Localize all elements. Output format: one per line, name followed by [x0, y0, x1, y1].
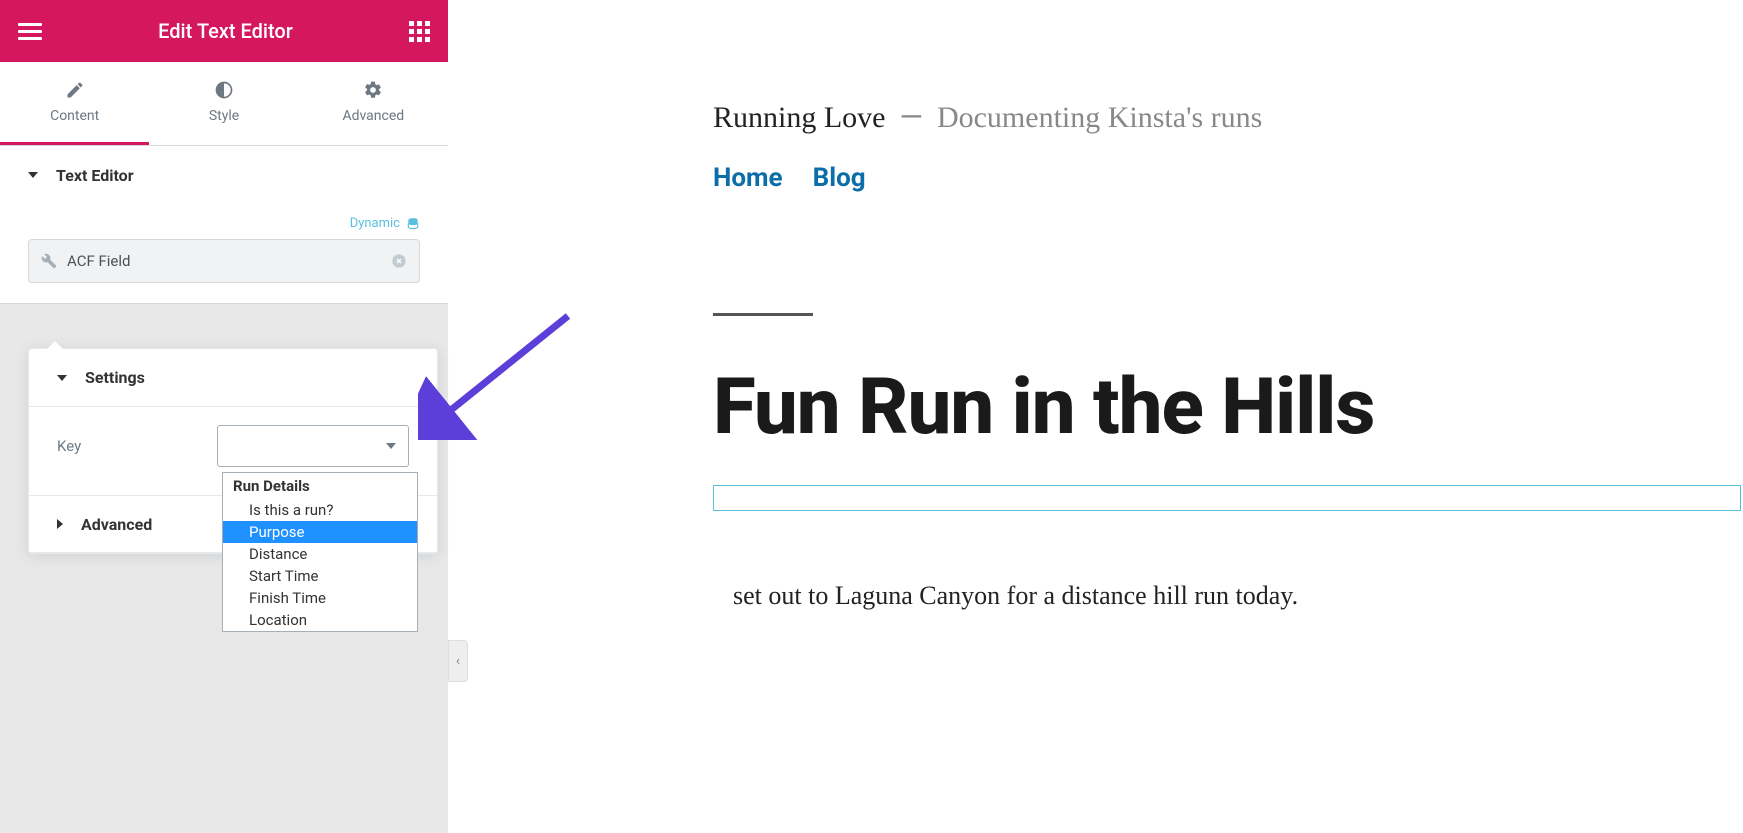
- tab-advanced-label: Advanced: [342, 108, 404, 124]
- sidebar-header: Edit Text Editor: [0, 0, 448, 62]
- tab-content-label: Content: [50, 108, 99, 124]
- post-body: set out to Laguna Canyon for a distance …: [733, 581, 1743, 611]
- divider: [713, 313, 813, 316]
- tab-advanced[interactable]: Advanced: [299, 62, 448, 145]
- dropdown-option[interactable]: Is this a run?: [223, 499, 417, 521]
- caret-down-icon: [386, 443, 396, 449]
- dropdown-option[interactable]: Purpose: [223, 521, 417, 543]
- dynamic-toggle[interactable]: Dynamic: [0, 204, 448, 239]
- site-tagline: Documenting Kinsta's runs: [937, 101, 1262, 135]
- gear-icon: [363, 80, 383, 100]
- settings-advanced-label: Advanced: [81, 515, 152, 534]
- elementor-sidebar: Edit Text Editor Content Style Advanced …: [0, 0, 448, 833]
- nav-blog[interactable]: Blog: [813, 163, 866, 193]
- database-icon: [406, 217, 420, 231]
- section-text-editor-header[interactable]: Text Editor: [0, 146, 448, 204]
- key-label: Key: [57, 437, 197, 455]
- tab-content[interactable]: Content: [0, 62, 149, 145]
- title-separator: —: [900, 100, 923, 135]
- sidebar-title: Edit Text Editor: [158, 19, 293, 43]
- tab-style[interactable]: Style: [149, 62, 298, 145]
- menu-icon[interactable]: [18, 23, 42, 40]
- acf-field-wrap: ACF Field: [0, 239, 448, 303]
- settings-label: Settings: [85, 368, 145, 387]
- selected-widget[interactable]: [713, 485, 1741, 511]
- key-dropdown: Run Details Is this a run? Purpose Dista…: [222, 472, 418, 632]
- section-text-editor: Text Editor Dynamic ACF Field: [0, 146, 448, 304]
- pencil-icon: [65, 80, 85, 100]
- caret-right-icon: [57, 519, 63, 529]
- dynamic-label: Dynamic: [350, 216, 400, 231]
- acf-field-text: ACF Field: [67, 252, 381, 270]
- tab-style-label: Style: [209, 108, 239, 124]
- collapse-sidebar-handle[interactable]: ‹: [448, 640, 468, 682]
- site-header: Running Love — Documenting Kinsta's runs: [713, 100, 1743, 135]
- site-title: Running Love: [713, 101, 886, 135]
- preview-area: Running Love — Documenting Kinsta's runs…: [448, 0, 1743, 833]
- contrast-icon: [214, 80, 234, 100]
- caret-down-icon: [57, 375, 67, 381]
- dropdown-option[interactable]: Finish Time: [223, 587, 417, 609]
- caret-down-icon: [28, 172, 38, 178]
- dropdown-group-label: Run Details: [223, 473, 417, 499]
- clear-icon[interactable]: [391, 253, 407, 269]
- dropdown-option[interactable]: Distance: [223, 543, 417, 565]
- dropdown-option[interactable]: Start Time: [223, 565, 417, 587]
- nav-home[interactable]: Home: [713, 163, 783, 193]
- site-nav: Home Blog: [713, 163, 1743, 193]
- dropdown-option[interactable]: Location: [223, 609, 417, 631]
- acf-field-input[interactable]: ACF Field: [28, 239, 420, 283]
- wrench-icon: [41, 253, 57, 269]
- key-select[interactable]: [217, 425, 409, 467]
- settings-header[interactable]: Settings: [29, 349, 437, 407]
- section-text-editor-label: Text Editor: [56, 166, 134, 185]
- sidebar-tabs: Content Style Advanced: [0, 62, 448, 146]
- widgets-grid-icon[interactable]: [409, 21, 430, 42]
- post-title: Fun Run in the Hills: [713, 362, 1743, 453]
